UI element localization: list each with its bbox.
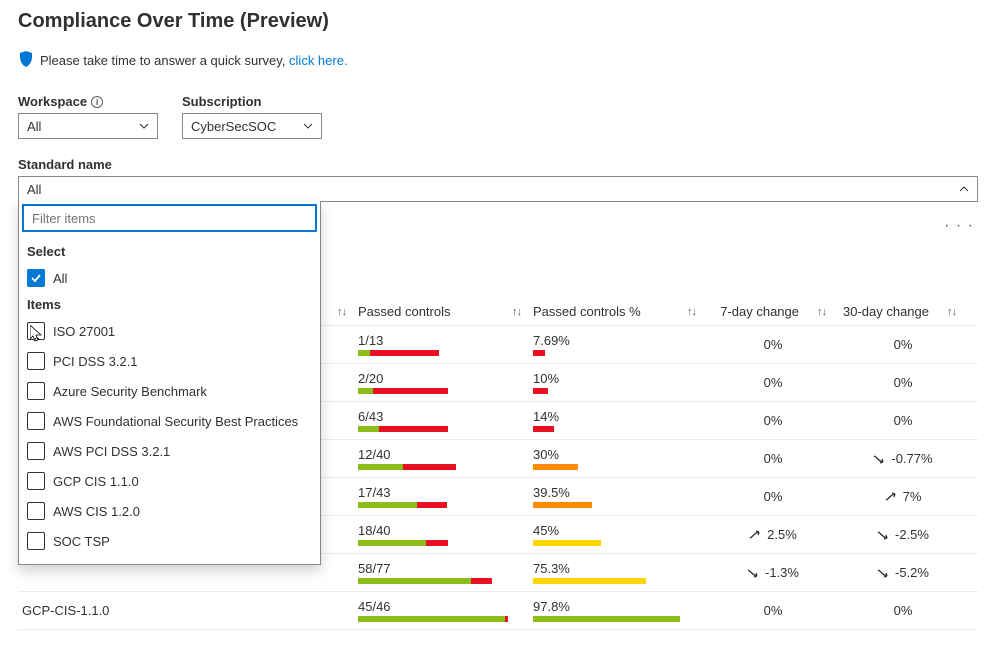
cell-passed-pct: 45% (533, 523, 708, 546)
cell-passed-controls: 12/40 (358, 447, 533, 470)
subscription-dropdown[interactable]: CyberSecSOC (182, 113, 322, 139)
cell-passed-pct: 10% (533, 371, 708, 394)
checkbox-icon (27, 502, 45, 520)
cell-passed-pct: 39.5% (533, 485, 708, 508)
trend-up-icon (885, 490, 899, 504)
filter-option-label: AWS Foundational Security Best Practices (53, 414, 298, 429)
column-header-30day[interactable]: 30-day change ↑↓ (838, 304, 968, 319)
checkbox-icon (27, 472, 45, 490)
checkbox-checked-icon (27, 269, 45, 287)
filter-option[interactable]: ISO 27001 (19, 316, 320, 346)
checkbox-icon (27, 532, 45, 550)
cell-passed-controls: 18/40 (358, 523, 533, 546)
cell-passed-pct: 97.8% (533, 599, 708, 622)
standard-name-label: Standard name (18, 157, 978, 172)
filter-option-label: SOC TSP (53, 534, 110, 549)
sort-icon[interactable]: ↑↓ (817, 306, 826, 318)
cell-standard-name: GCP-CIS-1.1.0 (18, 603, 358, 618)
chevron-up-icon (959, 184, 969, 194)
filter-option-label: AWS PCI DSS 3.2.1 (53, 444, 170, 459)
cell-passed-controls: 6/43 (358, 409, 533, 432)
cell-7day-change: -1.3% (708, 565, 838, 580)
trend-down-icon (747, 566, 761, 580)
sort-icon[interactable]: ↑↓ (512, 306, 521, 318)
cell-passed-pct: 7.69% (533, 333, 708, 356)
trend-down-icon (873, 452, 887, 466)
cell-7day-change: 0% (708, 337, 838, 352)
chevron-down-icon (303, 121, 313, 131)
cell-7day-change: 0% (708, 413, 838, 428)
standard-name-dropdown[interactable]: All Select All Items ISO 27001PCI DSS 3.… (18, 176, 978, 202)
items-section-label: Items (19, 293, 320, 316)
cell-passed-pct: 14% (533, 409, 708, 432)
trend-down-icon (877, 528, 891, 542)
trend-down-icon (877, 566, 891, 580)
survey-link[interactable]: click here. (289, 53, 348, 68)
cell-passed-controls: 45/46 (358, 599, 533, 622)
trend-up-icon (749, 528, 763, 542)
filter-option-label: AWS CIS 1.2.0 (53, 504, 140, 519)
cell-7day-change: 0% (708, 603, 838, 618)
workspace-label: Workspace i (18, 94, 158, 109)
filter-option[interactable]: GCP CIS 1.1.0 (19, 466, 320, 496)
cell-30day-change: 0% (838, 337, 968, 352)
checkbox-icon (27, 352, 45, 370)
sort-icon[interactable]: ↑↓ (687, 306, 696, 318)
filter-option[interactable]: AWS CIS 1.2.0 (19, 496, 320, 526)
cell-passed-controls: 2/20 (358, 371, 533, 394)
filter-option[interactable]: PCI DSS 3.2.1 (19, 346, 320, 376)
standard-dropdown-panel: Select All Items ISO 27001 PCI DSS 3.2.1 A… (18, 201, 321, 565)
cell-passed-pct: 30% (533, 447, 708, 470)
table-row[interactable]: GCP-CIS-1.1.0 45/46 97.8% 0% 0% (18, 592, 978, 630)
filter-option[interactable]: SOC TSP (19, 526, 320, 556)
cell-30day-change: 0% (838, 603, 968, 618)
filter-option[interactable]: AWS Foundational Security Best Practices (19, 406, 320, 436)
sort-icon[interactable]: ↑↓ (947, 306, 956, 318)
workspace-dropdown[interactable]: All (18, 113, 158, 139)
sort-icon[interactable]: ↑↓ (337, 306, 346, 318)
more-menu-button[interactable]: · · · (944, 217, 974, 235)
survey-text: Please take time to answer a quick surve… (40, 53, 348, 68)
page-title: Compliance Over Time (Preview) (18, 10, 978, 33)
column-header-pct[interactable]: Passed controls % ↑↓ (533, 304, 708, 319)
cell-30day-change: 0% (838, 413, 968, 428)
cell-30day-change: -2.5% (838, 527, 968, 542)
checkbox-icon (27, 442, 45, 460)
survey-banner: Please take time to answer a quick surve… (18, 51, 978, 70)
select-all-option[interactable]: All (19, 263, 320, 293)
cell-passed-pct: 75.3% (533, 561, 708, 584)
checkbox-icon (27, 382, 45, 400)
cell-30day-change: -0.77% (838, 451, 968, 466)
cell-7day-change: 0% (708, 489, 838, 504)
filter-option-label: ISO 27001 (53, 324, 115, 339)
shield-icon (18, 51, 34, 70)
column-header-passed[interactable]: Passed controls ↑↓ (358, 304, 533, 319)
filter-option-label: Azure Security Benchmark (53, 384, 207, 399)
cell-30day-change: -5.2% (838, 565, 968, 580)
cell-passed-controls: 1/13 (358, 333, 533, 356)
chevron-down-icon (139, 121, 149, 131)
filter-option-label: PCI DSS 3.2.1 (53, 354, 138, 369)
checkbox-icon (27, 322, 45, 340)
cell-passed-controls: 58/77 (358, 561, 533, 584)
select-section-label: Select (19, 240, 320, 263)
cell-30day-change: 7% (838, 489, 968, 504)
cell-30day-change: 0% (838, 375, 968, 390)
filter-option-label: GCP CIS 1.1.0 (53, 474, 139, 489)
filter-option[interactable]: AWS PCI DSS 3.2.1 (19, 436, 320, 466)
filter-option[interactable]: Azure Security Benchmark (19, 376, 320, 406)
filter-items-input[interactable] (22, 204, 317, 232)
cell-7day-change: 0% (708, 451, 838, 466)
checkbox-icon (27, 412, 45, 430)
subscription-label: Subscription (182, 94, 322, 109)
info-icon[interactable]: i (91, 96, 103, 108)
cell-passed-controls: 17/43 (358, 485, 533, 508)
cell-7day-change: 2.5% (708, 527, 838, 542)
column-header-7day[interactable]: 7-day change ↑↓ (708, 304, 838, 319)
cell-7day-change: 0% (708, 375, 838, 390)
